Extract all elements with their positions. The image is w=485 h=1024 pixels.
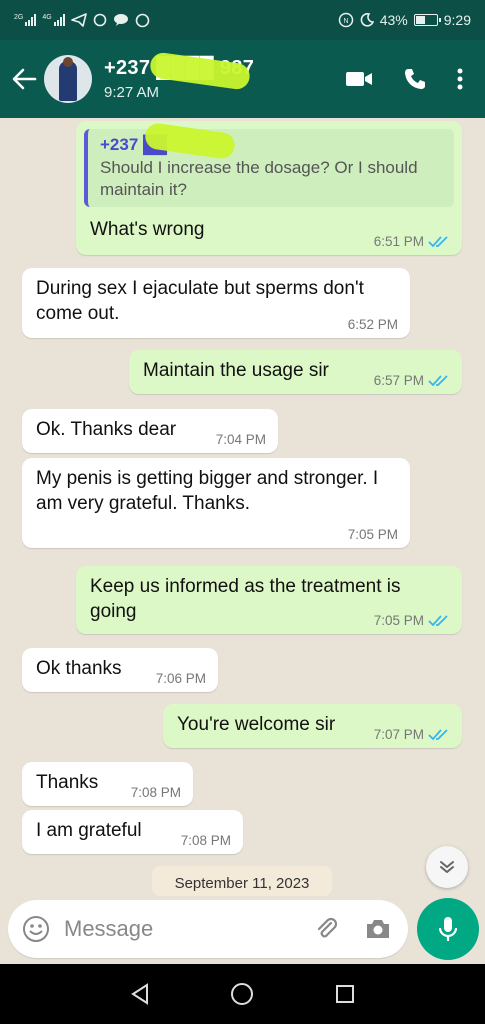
scroll-to-bottom-button[interactable] (426, 846, 468, 888)
message-bubble-outgoing[interactable]: You're welcome sir 7:07 PM (163, 704, 462, 748)
message-input-wrapper[interactable]: Message (8, 900, 408, 958)
message-meta: 6:52 PM (348, 317, 398, 332)
message-meta: 7:08 PM (181, 833, 231, 848)
message-bubble-incoming[interactable]: My penis is getting bigger and stronger.… (22, 458, 410, 548)
message-time: 7:08 PM (180, 833, 231, 848)
nav-back-icon[interactable] (130, 983, 150, 1005)
nav-recents-icon[interactable] (335, 984, 355, 1004)
message-time: 7:05 PM (373, 613, 424, 628)
message-time: 6:52 PM (347, 317, 398, 332)
avatar-head (63, 57, 73, 67)
system-nav-bar (0, 964, 485, 1024)
composer-tools (314, 916, 392, 942)
back-button[interactable] (4, 59, 44, 99)
back-arrow-icon (12, 68, 37, 90)
attachment-icon[interactable] (314, 916, 340, 942)
message-bubble-incoming[interactable]: Thanks 7:08 PM (22, 762, 193, 806)
message-text: During sex I ejaculate but sperms don't … (36, 278, 364, 324)
signal-icon-sim1: 2G (14, 14, 37, 26)
message-time: 7:08 PM (130, 785, 181, 800)
nfc-icon: N (338, 12, 353, 28)
double-chevron-down-icon (440, 861, 454, 873)
message-meta: 7:05 PM (374, 613, 450, 628)
message-meta: 7:08 PM (131, 785, 181, 800)
message-input[interactable]: Message (64, 916, 314, 942)
date-chip: September 11, 2023 (152, 866, 332, 896)
svg-text:N: N (343, 18, 348, 25)
message-bubble-incoming[interactable]: I am grateful 7:08 PM (22, 810, 243, 854)
quoted-text: Should I increase the dosage? Or I shoul… (100, 158, 418, 199)
message-meta: 7:05 PM (348, 527, 398, 542)
emoji-icon[interactable] (22, 915, 50, 943)
message-time: 6:51 PM (373, 234, 424, 249)
read-ticks-icon (428, 728, 448, 740)
voice-call-icon[interactable] (403, 67, 427, 91)
composer-bar: Message (0, 898, 485, 964)
avatar-figure (59, 61, 77, 101)
message-bubble-incoming[interactable]: Ok thanks 7:06 PM (22, 648, 218, 692)
status-time: 9:29 (443, 12, 471, 28)
circle-notification-icon (93, 13, 106, 27)
battery-icon (413, 14, 441, 26)
whatsapp-notification-icon (135, 13, 149, 27)
message-meta: 7:06 PM (156, 671, 206, 686)
message-bubble-incoming[interactable]: Ok. Thanks dear 7:04 PM (22, 409, 278, 453)
message-text: My penis is getting bigger and stronger.… (36, 468, 379, 514)
microphone-icon (438, 917, 458, 941)
signal-icon-sim2: 4G (42, 14, 65, 26)
chat-bubble-icon (113, 14, 128, 26)
read-ticks-icon (428, 374, 448, 386)
more-options-icon[interactable] (457, 68, 463, 90)
message-time: 6:57 PM (373, 373, 424, 388)
chat-area[interactable]: +237 ██ Should I increase the dosage? Or… (0, 118, 485, 898)
message-time: 7:05 PM (347, 527, 398, 542)
message-bubble-incoming[interactable]: During sex I ejaculate but sperms don't … (22, 268, 410, 338)
nav-home-icon[interactable] (230, 982, 254, 1006)
status-left: 2G 4G (14, 13, 150, 28)
message-bubble-outgoing[interactable]: Maintain the usage sir 6:57 PM (129, 350, 462, 394)
voice-record-button[interactable] (417, 898, 479, 960)
header-actions (345, 67, 463, 91)
message-bubble-outgoing[interactable]: +237 ██ Should I increase the dosage? Or… (76, 121, 462, 255)
camera-icon[interactable] (364, 917, 392, 941)
message-meta: 6:57 PM (374, 373, 450, 388)
quoted-message[interactable]: +237 ██ Should I increase the dosage? Or… (84, 129, 454, 207)
message-time: 7:04 PM (215, 432, 266, 447)
message-meta: 7:04 PM (216, 432, 266, 447)
message-time: 7:07 PM (373, 727, 424, 742)
battery-fill (415, 16, 426, 24)
status-bar: 2G 4G N 43% 9:29 (0, 0, 485, 40)
avatar[interactable] (44, 55, 92, 103)
message-meta: 6:51 PM (374, 234, 450, 249)
telegram-icon (70, 13, 87, 27)
message-bubble-outgoing[interactable]: Keep us informed as the treatment is goi… (76, 566, 462, 634)
video-call-icon[interactable] (345, 70, 373, 88)
moon-icon (360, 13, 374, 27)
read-ticks-icon (428, 235, 448, 247)
battery-percent: 43% (379, 12, 408, 28)
status-right: N 43% 9:29 (338, 12, 471, 28)
message-meta: 7:07 PM (374, 727, 450, 742)
message-time: 7:06 PM (155, 671, 206, 686)
read-ticks-icon (428, 614, 448, 626)
